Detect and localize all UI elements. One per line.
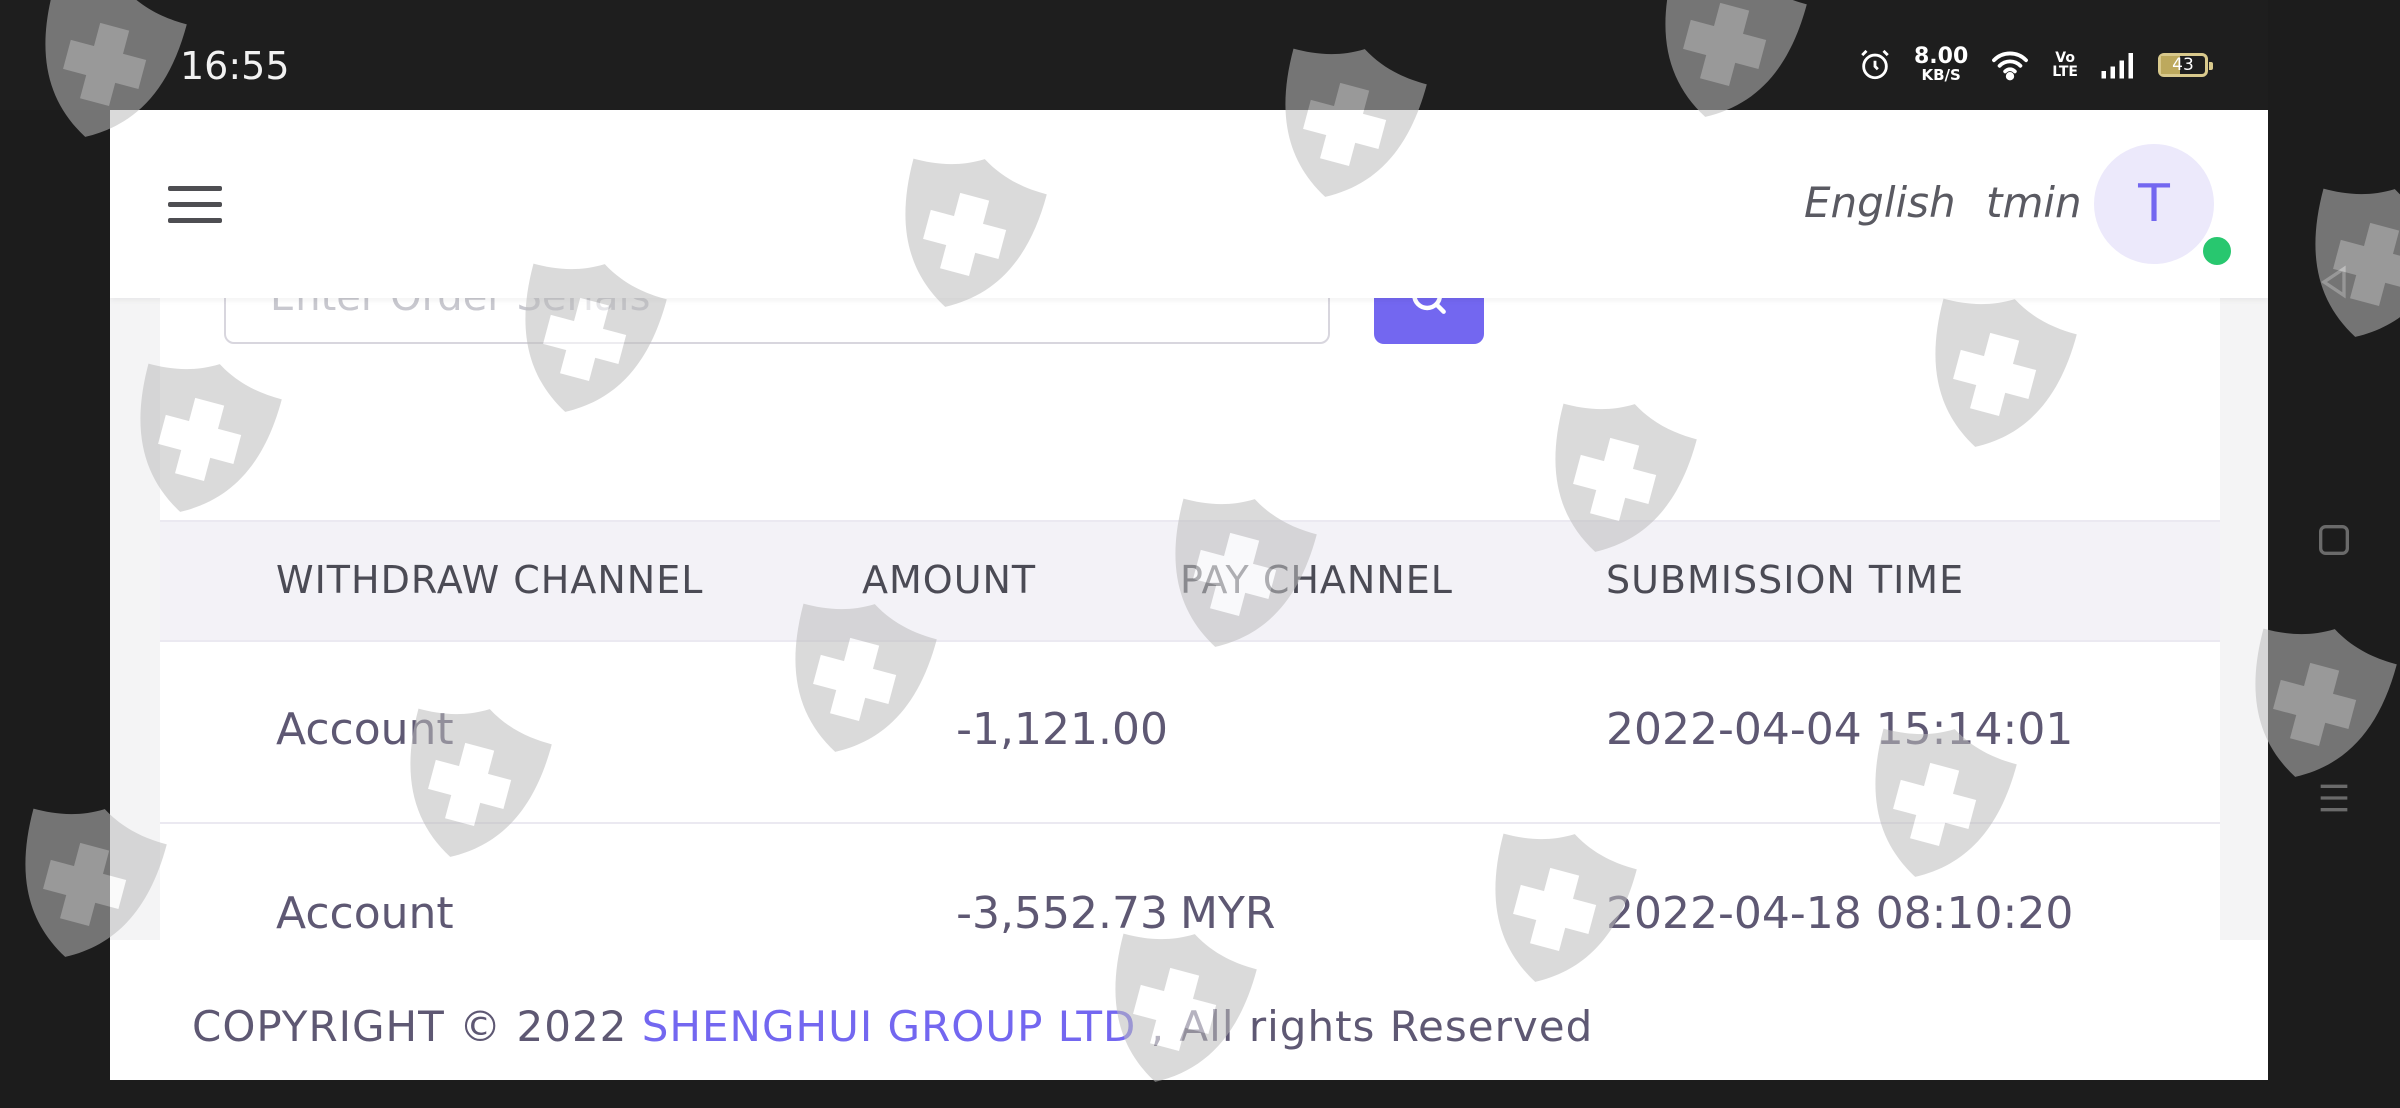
hamburger-line xyxy=(168,218,222,223)
network-speed-value: 8.00 xyxy=(1914,44,1969,69)
online-status-dot xyxy=(2200,234,2234,268)
hamburger-line xyxy=(168,202,222,207)
column-header-withdraw-channel[interactable]: WITHDRAW CHANNEL xyxy=(276,558,703,602)
wifi-icon xyxy=(1992,51,2029,80)
cell-amount: -3,552.73 xyxy=(956,888,1168,939)
company-link[interactable]: SHENGHUI GROUP LTD xyxy=(642,1002,1137,1051)
withdraw-records-card: Enter Order Serials WITHDRAW CHANNEL AMO… xyxy=(160,250,2220,1050)
hamburger-line xyxy=(168,186,222,191)
language-selector[interactable]: English xyxy=(1804,178,1956,227)
cell-pay-channel: MYR xyxy=(1180,888,1276,939)
cell-submission-time: 2022-04-04 15:14:01 xyxy=(1606,704,2074,755)
menu-toggle-button[interactable] xyxy=(168,186,222,224)
column-header-pay-channel[interactable]: PAY CHANNEL xyxy=(1180,558,1453,602)
status-time: 16:55 xyxy=(180,44,290,88)
cell-withdraw-channel: Account xyxy=(276,704,454,755)
copyright-text: COPYRIGHT © 2022 SHENGHUI GROUP LTD , Al… xyxy=(192,1002,1593,1051)
column-header-amount[interactable]: AMOUNT xyxy=(862,558,1036,602)
signal-icon xyxy=(2101,52,2133,78)
cell-submission-time: 2022-04-18 08:10:20 xyxy=(1606,888,2074,939)
table-header: WITHDRAW CHANNEL AMOUNT PAY CHANNEL SUBM… xyxy=(160,520,2220,642)
network-speed-unit: KB/S xyxy=(1921,66,1961,84)
avatar-initial: T xyxy=(2138,174,2170,234)
column-header-submission-time[interactable]: SUBMISSION TIME xyxy=(1606,558,1964,602)
network-speed: 8.00 KB/S xyxy=(1914,46,1968,83)
back-icon[interactable] xyxy=(2314,262,2354,302)
volte-top: Vo xyxy=(2055,49,2075,66)
footer: COPYRIGHT © 2022 SHENGHUI GROUP LTD , Al… xyxy=(110,940,2268,1080)
alarm-icon xyxy=(1861,49,1889,79)
system-navigation-bar xyxy=(2268,0,2400,1080)
copyright-prefix: COPYRIGHT © 2022 xyxy=(192,1002,642,1051)
status-icons: 8.00 KB/S Vo LTE 43 xyxy=(1858,46,2213,83)
volte-icon: Vo LTE xyxy=(2052,51,2078,79)
table-row: Account -1,121.00 2022-04-04 15:14:01 xyxy=(160,640,2220,824)
copyright-suffix: , All rights Reserved xyxy=(1136,1002,1594,1051)
status-bar: 16:55 8.00 KB/S Vo LTE 43 xyxy=(0,0,2268,110)
battery-icon: 43 xyxy=(2158,52,2213,77)
volte-bottom: LTE xyxy=(2052,63,2078,80)
battery-level: 43 xyxy=(2172,54,2194,75)
user-name[interactable]: tmin xyxy=(1986,178,2082,227)
home-icon[interactable] xyxy=(2314,520,2354,560)
recents-icon[interactable] xyxy=(2314,778,2354,818)
top-navbar: English tmin T xyxy=(110,110,2268,298)
avatar[interactable]: T xyxy=(2094,144,2214,264)
app-page: Enter Order Serials WITHDRAW CHANNEL AMO… xyxy=(110,110,2268,1080)
cell-amount: -1,121.00 xyxy=(956,704,1168,755)
cell-withdraw-channel: Account xyxy=(276,888,454,939)
